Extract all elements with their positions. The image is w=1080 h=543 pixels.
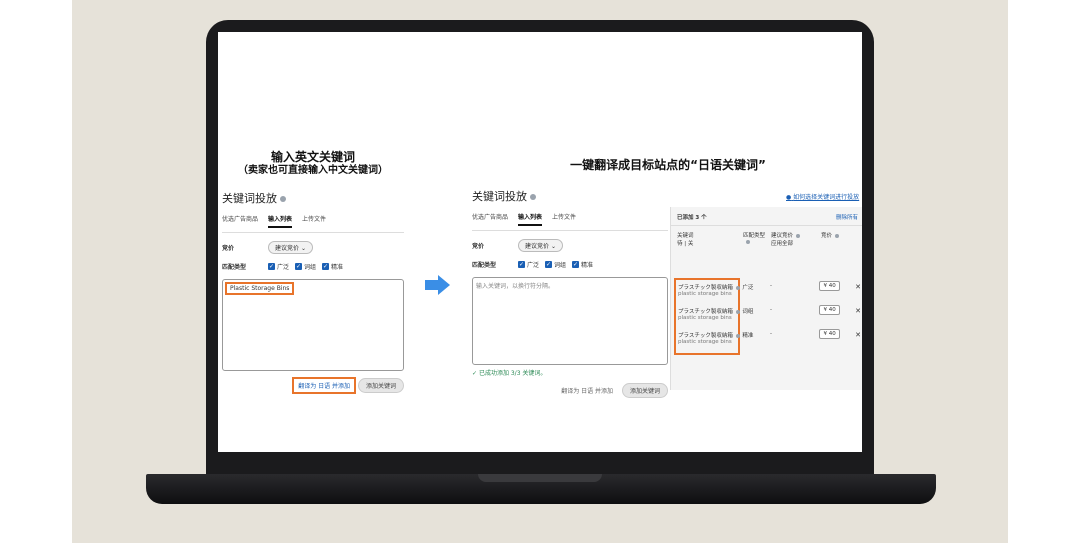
right-title: 关键词投放 xyxy=(472,188,668,204)
col-match: 匹配类型 xyxy=(743,231,771,245)
match-phrase-checkbox[interactable]: ✓ 词组 xyxy=(295,262,316,271)
tab-enter-list[interactable]: 输入列表 xyxy=(268,214,293,228)
match-broad-checkbox[interactable]: ✓ 广泛 xyxy=(268,262,289,271)
table-row: プラスチック製収納箱 plastic storage bins 精准 - ¥ 4… xyxy=(675,329,861,345)
left-heading-text: 输入英文关键词 xyxy=(270,150,355,164)
match-exact-checkbox[interactable]: ✓ 精准 xyxy=(322,262,343,271)
left-heading: 输入英文关键词 （卖家也可直接输入中文关键词） xyxy=(218,150,408,178)
keyword-jp: プラスチック製収納箱 xyxy=(678,307,742,315)
bid-dropdown[interactable]: 建议竞价 ⌄ xyxy=(268,241,313,254)
match-label: 匹配类型 xyxy=(472,262,497,269)
translate-button[interactable]: 翻译为 日语 并添加 xyxy=(292,377,357,394)
match-phrase-checkbox[interactable]: ✓ 词组 xyxy=(545,260,566,269)
match-label: 匹配类型 xyxy=(222,264,247,271)
success-message: ✓ 已成功添加 3/3 关键词。 xyxy=(472,370,547,377)
right-actions: 翻译为 日语 并添加 添加关键词 xyxy=(472,383,668,398)
keyword-suggested: - xyxy=(770,283,773,289)
keyword-match: 精准 xyxy=(742,333,754,339)
laptop-screen: 输入英文关键词 （卖家也可直接输入中文关键词） 一键翻译成目标站点的“日语关键词… xyxy=(218,32,862,452)
info-icon[interactable] xyxy=(530,194,536,200)
check-icon: ✓ xyxy=(295,263,303,270)
keyword-jp: プラスチック製収納箱 xyxy=(678,331,742,339)
keyword-match: 广泛 xyxy=(742,285,754,291)
keyword-textarea[interactable]: Plastic Storage Bins xyxy=(222,279,404,371)
chevron-down-icon: ⌄ xyxy=(300,245,306,252)
col-suggested: 建议竞价 xyxy=(771,231,821,239)
tab-upload-file[interactable]: 上传文件 xyxy=(302,214,326,228)
col-bid: 竞价 xyxy=(821,231,857,239)
translate-button[interactable]: 翻译为 日语 并添加 xyxy=(554,384,620,397)
bid-input[interactable]: ¥ 40 xyxy=(819,329,840,339)
tab-suggested[interactable]: 优选广告商品 xyxy=(472,212,508,226)
info-icon xyxy=(746,239,750,244)
bid-input[interactable]: ¥ 40 xyxy=(819,305,840,315)
match-exact-checkbox[interactable]: ✓ 精准 xyxy=(572,260,593,269)
apply-all-link[interactable]: 应用全部 xyxy=(771,239,821,247)
left-subheading: （卖家也可直接输入中文关键词） xyxy=(238,165,388,176)
right-tabs: 优选广告商品 输入列表 上传文件 xyxy=(472,212,668,231)
bid-row: 竞价 建议竞价 ⌄ xyxy=(222,241,404,254)
arrow-head-icon xyxy=(438,275,450,295)
arrow-right-icon xyxy=(425,280,439,290)
keyword-textarea[interactable]: 输入关键词，以换行符分隔。 xyxy=(472,277,668,365)
tab-enter-list[interactable]: 输入列表 xyxy=(518,212,543,226)
keyword-suggested: - xyxy=(770,307,773,313)
left-title: 关键词投放 xyxy=(222,190,404,206)
divider xyxy=(671,225,862,226)
match-row: 匹配类型 ✓ 广泛 ✓ 词组 ✓ 精准 xyxy=(472,260,668,269)
keyword-en: plastic storage bins xyxy=(678,339,732,345)
check-icon: ✓ xyxy=(322,263,330,270)
remove-icon[interactable]: ✕ xyxy=(855,283,861,291)
help-link[interactable]: ● 如何选择关键词进行投放 xyxy=(786,192,859,201)
question-icon: ● xyxy=(786,194,792,201)
info-icon xyxy=(835,233,840,238)
keyword-jp: プラスチック製収納箱 xyxy=(678,283,742,291)
tab-upload-file[interactable]: 上传文件 xyxy=(552,212,576,226)
right-panel: 关键词投放 优选广告商品 输入列表 上传文件 竞价 建议竞价 ⌄ 匹配类型 ✓ 广… xyxy=(472,188,668,398)
info-icon[interactable] xyxy=(280,196,286,202)
keyword-en: plastic storage bins xyxy=(678,315,732,321)
textarea-placeholder: 输入关键词，以换行符分隔。 xyxy=(476,283,555,290)
right-heading: 一键翻译成目标站点的“日语关键词” xyxy=(570,158,766,172)
added-count: 已添加 3 个 xyxy=(677,215,707,221)
left-tabs: 优选广告商品 输入列表 上传文件 xyxy=(222,214,404,233)
col-keyword-sub: 待 | 关 xyxy=(677,241,694,247)
left-panel: 关键词投放 优选广告商品 输入列表 上传文件 竞价 建议竞价 ⌄ 匹配类型 ✓ 广… xyxy=(222,190,404,394)
keyword-en: plastic storage bins xyxy=(678,291,732,297)
bid-label: 竞价 xyxy=(472,243,485,250)
added-keywords-panel: 已添加 3 个 删除所有 关键词 待 | 关 匹配类型 建议竞价 应用全部 竞价… xyxy=(670,207,862,390)
table-row: プラスチック製収納箱 plastic storage bins 词组 - ¥ 4… xyxy=(675,305,861,321)
bid-label: 竞价 xyxy=(222,245,235,252)
info-icon xyxy=(735,309,740,314)
match-broad-checkbox[interactable]: ✓ 广泛 xyxy=(518,260,539,269)
bid-row: 竞价 建议竞价 ⌄ xyxy=(472,239,668,252)
chevron-down-icon: ⌄ xyxy=(550,243,556,250)
remove-icon[interactable]: ✕ xyxy=(855,307,861,315)
bid-input[interactable]: ¥ 40 xyxy=(819,281,840,291)
check-icon: ✓ xyxy=(572,261,580,268)
check-icon: ✓ xyxy=(268,263,275,270)
left-actions: 翻译为 日语 并添加 添加关键词 xyxy=(222,377,404,394)
info-icon xyxy=(735,333,740,338)
col-keyword: 关键词 xyxy=(677,233,694,239)
add-keyword-button[interactable]: 添加关键词 xyxy=(621,383,668,398)
remove-icon[interactable]: ✕ xyxy=(855,331,861,339)
check-icon: ✓ xyxy=(545,261,553,268)
bid-dropdown[interactable]: 建议竞价 ⌄ xyxy=(518,239,563,252)
add-keyword-button[interactable]: 添加关键词 xyxy=(357,378,404,393)
keyword-suggested: - xyxy=(770,331,773,337)
tab-suggested[interactable]: 优选广告商品 xyxy=(222,214,258,228)
check-icon: ✓ xyxy=(472,370,478,377)
info-icon xyxy=(735,285,740,290)
keyword-match: 词组 xyxy=(742,309,754,315)
info-icon xyxy=(796,233,801,238)
laptop-notch xyxy=(478,474,602,482)
table-header: 关键词 待 | 关 匹配类型 建议竞价 应用全部 竞价 xyxy=(675,231,861,247)
check-icon: ✓ xyxy=(518,261,525,268)
delete-all-link[interactable]: 删除所有 xyxy=(836,213,858,221)
table-row: プラスチック製収納箱 plastic storage bins 广泛 - ¥ 4… xyxy=(675,281,861,297)
entered-keyword: Plastic Storage Bins xyxy=(225,282,295,295)
match-row: 匹配类型 ✓ 广泛 ✓ 词组 ✓ 精准 xyxy=(222,262,404,271)
